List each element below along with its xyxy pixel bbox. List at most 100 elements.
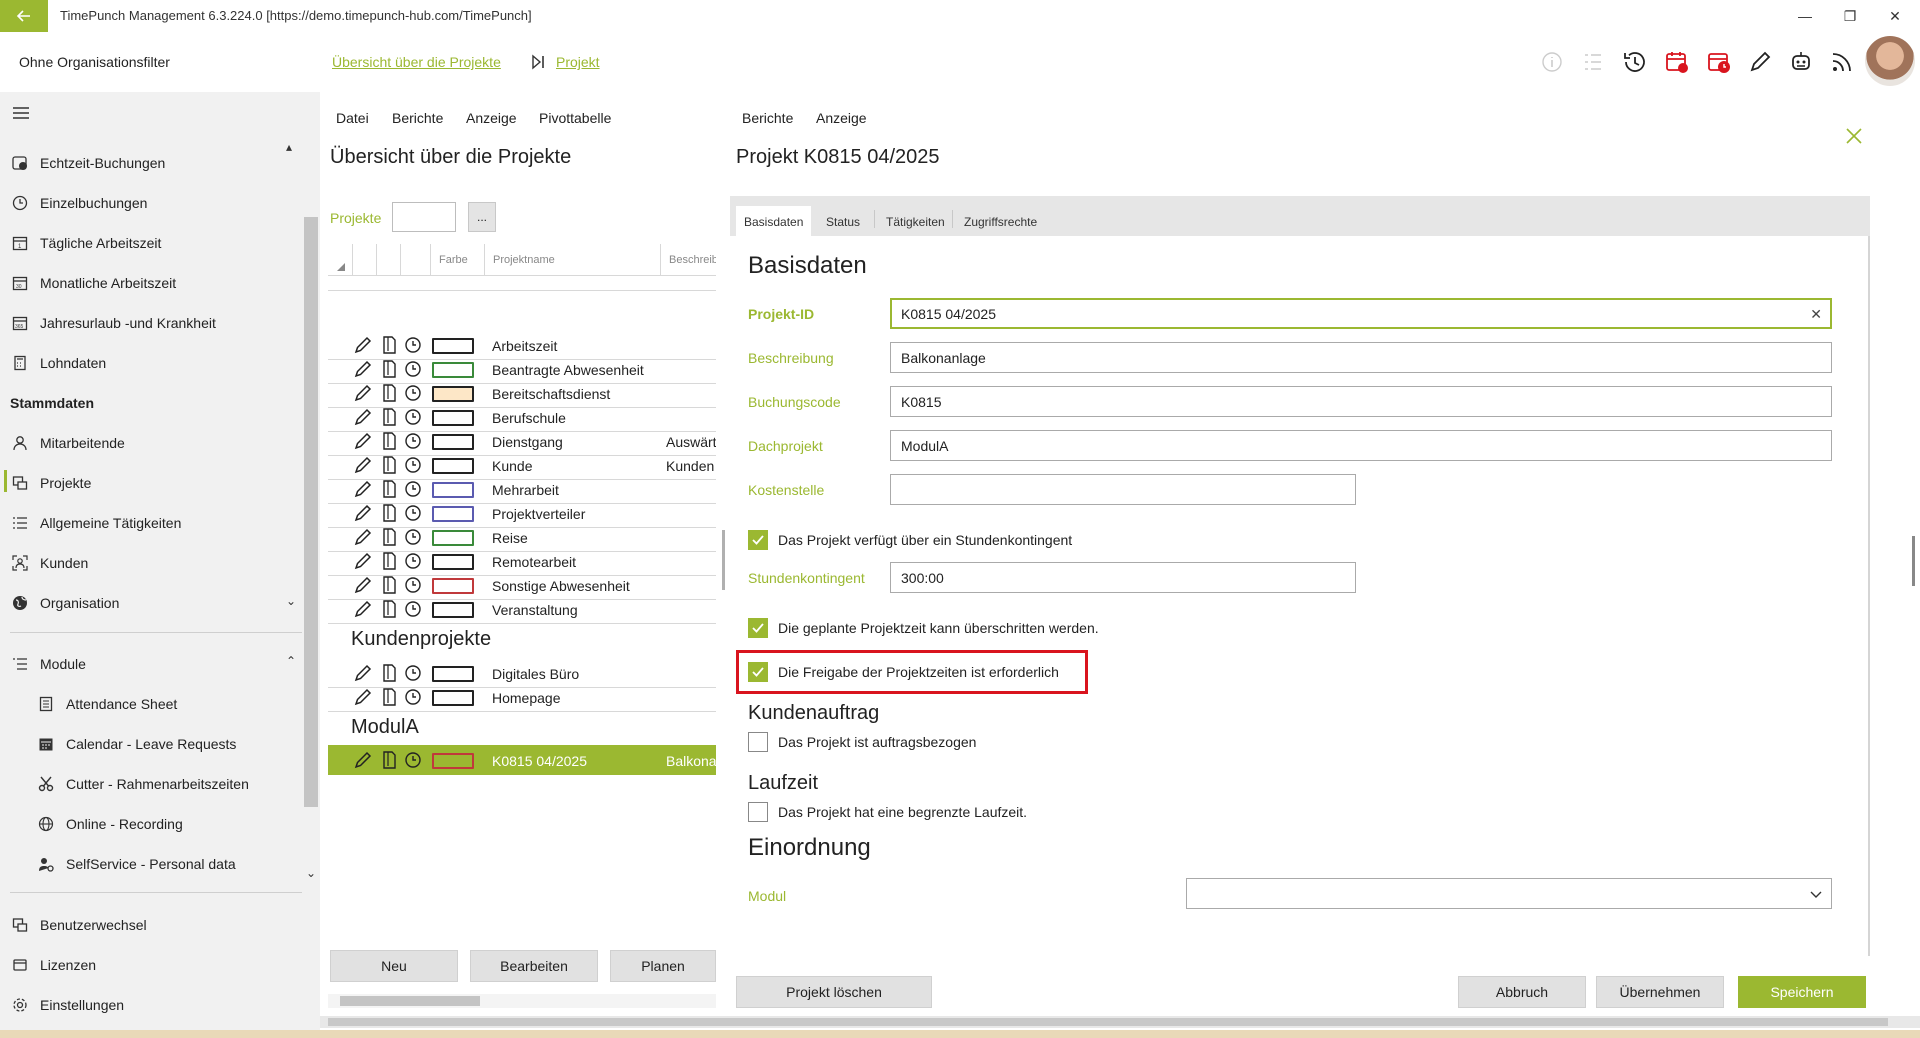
ueberschreiten-checkbox[interactable]: [748, 618, 768, 638]
menu-pivottabelle[interactable]: Pivottabelle: [539, 110, 611, 126]
scrollbar-thumb[interactable]: [328, 1018, 1888, 1026]
panel-splitter[interactable]: [722, 530, 725, 590]
cancel-button[interactable]: Abbruch: [1458, 976, 1586, 1008]
grid-header-farbe[interactable]: Farbe: [430, 244, 484, 276]
projekt-id-input[interactable]: K0815 04/2025 ✕: [890, 298, 1832, 329]
page-scroll-indicator[interactable]: [1912, 536, 1915, 586]
sidebar-module-online-recording[interactable]: Online - Recording: [36, 809, 183, 839]
dachprojekt-input[interactable]: ModulA: [890, 430, 1832, 461]
clock-icon[interactable]: [402, 550, 424, 572]
clock-icon[interactable]: [402, 526, 424, 548]
clock-icon[interactable]: [402, 406, 424, 428]
edit-pencil-icon[interactable]: [352, 598, 374, 620]
document-icon[interactable]: [378, 686, 400, 708]
sidebar-item-einstellungen[interactable]: Einstellungen: [10, 990, 124, 1020]
sidebar-item-lohndaten[interactable]: Lohndaten: [10, 348, 106, 378]
clock-icon[interactable]: [402, 686, 424, 708]
buchungscode-input[interactable]: K0815: [890, 386, 1832, 417]
modul-select[interactable]: [1186, 878, 1832, 909]
close-window-button[interactable]: ✕: [1880, 6, 1910, 26]
sidebar-item-projekte[interactable]: Projekte: [10, 468, 91, 498]
document-icon[interactable]: [378, 454, 400, 476]
auftrag-checkbox[interactable]: [748, 732, 768, 752]
clock-icon[interactable]: [402, 598, 424, 620]
clock-icon[interactable]: [402, 454, 424, 476]
sidebar-item-organisation[interactable]: Organisation: [10, 588, 119, 618]
red-calendar-icon[interactable]: [1662, 47, 1692, 77]
sidebar-item-mitarbeitende[interactable]: Mitarbeitende: [10, 428, 125, 458]
sidebar-item-jahresurlaub[interactable]: 365 Jahresurlaub -und Krankheit: [10, 308, 216, 338]
project-filter-input[interactable]: [392, 202, 456, 232]
sidebar-item-allgemeine-taetigkeiten[interactable]: Allgemeine Tätigkeiten: [10, 508, 181, 538]
sidebar-scroll-down-icon[interactable]: ⌄: [306, 866, 316, 880]
chevron-up-icon[interactable]: ⌃: [286, 654, 296, 668]
pencil-icon[interactable]: [1745, 47, 1775, 77]
grid-header-projektname[interactable]: Projektname: [484, 244, 660, 276]
edit-pencil-icon[interactable]: [352, 662, 374, 684]
page-horizontal-scrollbar[interactable]: [320, 1016, 1920, 1028]
tab-status[interactable]: Status: [818, 206, 868, 236]
checkbox-row-laufzeit[interactable]: Das Projekt hat eine begrenzte Laufzeit.: [748, 800, 1027, 824]
edit-pencil-icon[interactable]: [352, 430, 374, 452]
sidebar-item-module[interactable]: Module: [10, 649, 86, 679]
edit-pencil-icon[interactable]: [352, 502, 374, 524]
grid-header-beschreibung[interactable]: Beschreib: [660, 244, 716, 276]
edit-pencil-icon[interactable]: [352, 454, 374, 476]
document-icon[interactable]: [378, 574, 400, 596]
breadcrumb-project-link[interactable]: Projekt: [556, 54, 600, 70]
beschreibung-input[interactable]: Balkonanlage: [890, 342, 1832, 373]
document-icon[interactable]: [378, 382, 400, 404]
user-avatar[interactable]: [1865, 36, 1915, 86]
menu-datei[interactable]: Datei: [336, 110, 369, 126]
clock-icon[interactable]: [402, 334, 424, 356]
document-icon[interactable]: [378, 550, 400, 572]
grid-header-time-col[interactable]: [400, 244, 430, 276]
edit-pencil-icon[interactable]: [352, 334, 374, 356]
laufzeit-checkbox[interactable]: [748, 802, 768, 822]
history-icon[interactable]: [1620, 47, 1650, 77]
tab-zugriffsrechte[interactable]: Zugriffsrechte: [956, 206, 1045, 236]
clock-icon[interactable]: [402, 478, 424, 500]
clock-icon[interactable]: [402, 749, 424, 771]
hamburger-menu-icon[interactable]: [12, 106, 30, 120]
clock-icon[interactable]: [402, 382, 424, 404]
checkbox-row-auftrag[interactable]: Das Projekt ist auftragsbezogen: [748, 730, 976, 754]
checkbox-row-ueberschreiten[interactable]: Die geplante Projektzeit kann überschrit…: [748, 616, 1099, 640]
document-icon[interactable]: [378, 598, 400, 620]
table-row[interactable]: Homepage: [328, 682, 716, 712]
sidebar-item-echtzeit-buchungen[interactable]: Echtzeit-Buchungen: [10, 148, 165, 178]
table-row[interactable]: K0815 04/2025 Balkona: [328, 745, 716, 775]
table-row[interactable]: Veranstaltung: [328, 594, 716, 624]
clock-icon[interactable]: [402, 430, 424, 452]
clock-icon[interactable]: [402, 358, 424, 380]
sidebar-item-monatliche-arbeitszeit[interactable]: 30 Monatliche Arbeitszeit: [10, 268, 176, 298]
list-horizontal-scrollbar[interactable]: [328, 994, 716, 1008]
close-icon[interactable]: [1842, 124, 1866, 148]
robot-icon[interactable]: [1786, 47, 1816, 77]
document-icon[interactable]: [378, 430, 400, 452]
sidebar-item-einzelbuchungen[interactable]: Einzelbuchungen: [10, 188, 147, 218]
checkbox-row-stundenkontingent[interactable]: Das Projekt verfügt über ein Stundenkont…: [748, 528, 1072, 552]
clear-icon[interactable]: ✕: [1810, 306, 1822, 323]
clock-icon[interactable]: [402, 662, 424, 684]
edit-pencil-icon[interactable]: [352, 382, 374, 404]
sidebar-item-lizenzen[interactable]: Lizenzen: [10, 950, 96, 980]
sidebar-scrollbar[interactable]: [304, 217, 318, 807]
delete-project-button[interactable]: Projekt löschen: [736, 976, 932, 1008]
minimize-button[interactable]: —: [1790, 6, 1820, 26]
document-icon[interactable]: [378, 406, 400, 428]
restore-button[interactable]: ❐: [1835, 6, 1865, 26]
back-button[interactable]: [0, 0, 48, 32]
breadcrumb-overview-link[interactable]: Übersicht über die Projekte: [332, 54, 501, 70]
document-icon[interactable]: [378, 502, 400, 524]
edit-pencil-icon[interactable]: [352, 478, 374, 500]
save-button[interactable]: Speichern: [1738, 976, 1866, 1008]
sidebar-item-kunden[interactable]: Kunden: [10, 548, 88, 578]
sidebar-item-taegliche-arbeitszeit[interactable]: 1 Tägliche Arbeitszeit: [10, 228, 161, 258]
edit-pencil-icon[interactable]: [352, 574, 374, 596]
organisation-filter[interactable]: Ohne Organisationsfilter: [19, 54, 170, 70]
checkbox-row-freigabe[interactable]: Die Freigabe der Projektzeiten ist erfor…: [748, 660, 1059, 684]
document-icon[interactable]: [378, 334, 400, 356]
chevron-down-icon[interactable]: ⌄: [286, 594, 296, 608]
scrollbar-thumb[interactable]: [340, 996, 480, 1006]
